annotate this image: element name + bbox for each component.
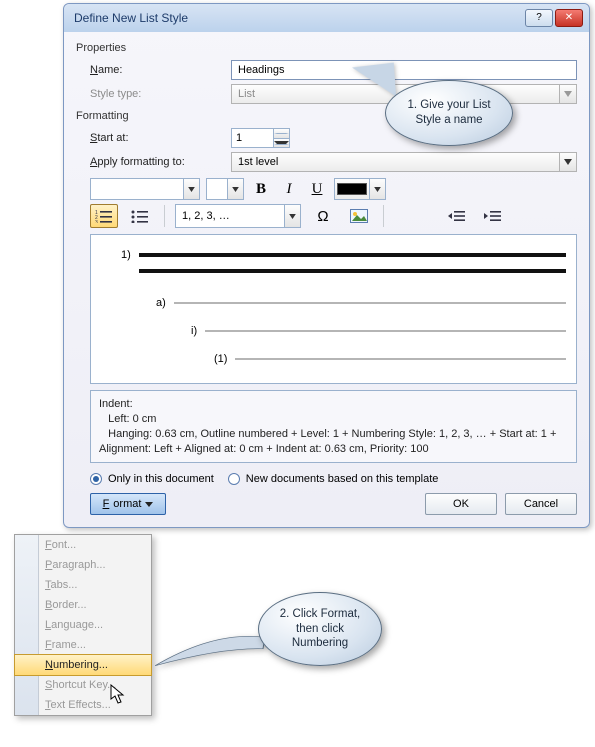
- callout-tail: [352, 63, 396, 100]
- number-format-combo[interactable]: 1, 2, 3, …: [175, 204, 301, 228]
- symbol-button[interactable]: Ω: [309, 204, 337, 228]
- menu-item[interactable]: Frame...: [15, 635, 151, 655]
- ok-button[interactable]: OK: [425, 493, 497, 515]
- preview-bar: [139, 269, 566, 273]
- separator: [383, 205, 384, 227]
- chevron-down-icon[interactable]: [227, 179, 243, 199]
- format-button[interactable]: Format: [90, 493, 166, 515]
- preview-bar: [205, 330, 566, 333]
- menu-item[interactable]: Shortcut Key...: [15, 675, 151, 695]
- increase-indent-icon[interactable]: [478, 204, 506, 228]
- font-size-combo[interactable]: [206, 178, 244, 200]
- preview-bar: [174, 302, 566, 305]
- apply-to-label: Apply formatting to:: [90, 156, 225, 168]
- callout-name-style: 1. Give your List Style a name: [385, 80, 513, 146]
- font-toolbar: B I U: [90, 178, 577, 200]
- spin-up[interactable]: [274, 129, 289, 139]
- radio-icon: [228, 473, 240, 485]
- preview-bar: [235, 358, 566, 361]
- menu-item[interactable]: Language...: [15, 615, 151, 635]
- menu-item[interactable]: Paragraph...: [15, 555, 151, 575]
- preview-l3-num: i): [191, 325, 197, 337]
- chevron-down-icon[interactable]: [183, 179, 199, 199]
- preview-l2-num: a): [156, 297, 166, 309]
- chevron-down-icon[interactable]: [369, 179, 385, 199]
- new-docs-radio[interactable]: New documents based on this template: [228, 473, 439, 485]
- define-list-style-dialog: Define New List Style ? ✕ Properties Nam…: [63, 3, 590, 528]
- bulleted-list-icon[interactable]: [126, 204, 154, 228]
- chevron-down-icon[interactable]: [559, 153, 576, 171]
- chevron-down-icon[interactable]: [284, 205, 300, 227]
- style-type-value: List: [238, 88, 255, 100]
- svg-text:3: 3: [95, 220, 98, 223]
- italic-button[interactable]: I: [278, 178, 300, 200]
- format-dropdown-menu: Font...Paragraph...Tabs...Border...Langu…: [14, 534, 152, 716]
- style-description: Indent: Left: 0 cm Hanging: 0.63 cm, Out…: [90, 390, 577, 463]
- underline-button[interactable]: U: [306, 178, 328, 200]
- start-at-label: Start at:: [90, 132, 225, 144]
- menu-item[interactable]: Border...: [15, 595, 151, 615]
- preview-l1-num: 1): [121, 249, 131, 261]
- bold-button[interactable]: B: [250, 178, 272, 200]
- preview-bar: [139, 253, 566, 257]
- numbered-list-icon[interactable]: 123: [90, 204, 118, 228]
- list-preview: 1) a) i) (1): [90, 234, 577, 384]
- spin-down[interactable]: [274, 139, 289, 148]
- decrease-indent-icon[interactable]: [442, 204, 470, 228]
- callout-click-format: 2. Click Format, then click Numbering: [258, 592, 382, 666]
- font-family-combo[interactable]: [90, 178, 200, 200]
- separator: [164, 205, 165, 227]
- start-at-spinner[interactable]: [231, 128, 290, 148]
- color-swatch-icon: [337, 183, 367, 195]
- apply-to-value: 1st level: [238, 156, 278, 168]
- properties-header: Properties: [76, 40, 577, 56]
- help-button[interactable]: ?: [525, 9, 553, 27]
- close-button[interactable]: ✕: [555, 9, 583, 27]
- cancel-button[interactable]: Cancel: [505, 493, 577, 515]
- titlebar[interactable]: Define New List Style ? ✕: [64, 4, 589, 32]
- apply-to-select[interactable]: 1st level: [231, 152, 577, 172]
- only-this-doc-radio[interactable]: Only in this document: [90, 473, 214, 485]
- callout-tail: [155, 634, 270, 668]
- chevron-down-icon: [559, 85, 576, 103]
- menu-item[interactable]: Text Effects...: [15, 695, 151, 715]
- list-toolbar: 123 1, 2, 3, … Ω: [90, 204, 577, 228]
- mouse-cursor-icon: [110, 684, 126, 704]
- name-input[interactable]: [231, 60, 577, 80]
- menu-item[interactable]: Font...: [15, 535, 151, 555]
- radio-icon: [90, 473, 102, 485]
- font-color-picker[interactable]: [334, 178, 386, 200]
- insert-picture-icon[interactable]: [345, 204, 373, 228]
- name-label: Name:: [90, 64, 225, 76]
- menu-item[interactable]: Numbering...: [14, 654, 152, 676]
- style-type-label: Style type:: [90, 88, 225, 100]
- scope-radio-group: Only in this document New documents base…: [90, 473, 577, 485]
- menu-item[interactable]: Tabs...: [15, 575, 151, 595]
- preview-l4-num: (1): [214, 353, 227, 365]
- dialog-title: Define New List Style: [74, 11, 188, 25]
- start-at-input[interactable]: [232, 129, 273, 147]
